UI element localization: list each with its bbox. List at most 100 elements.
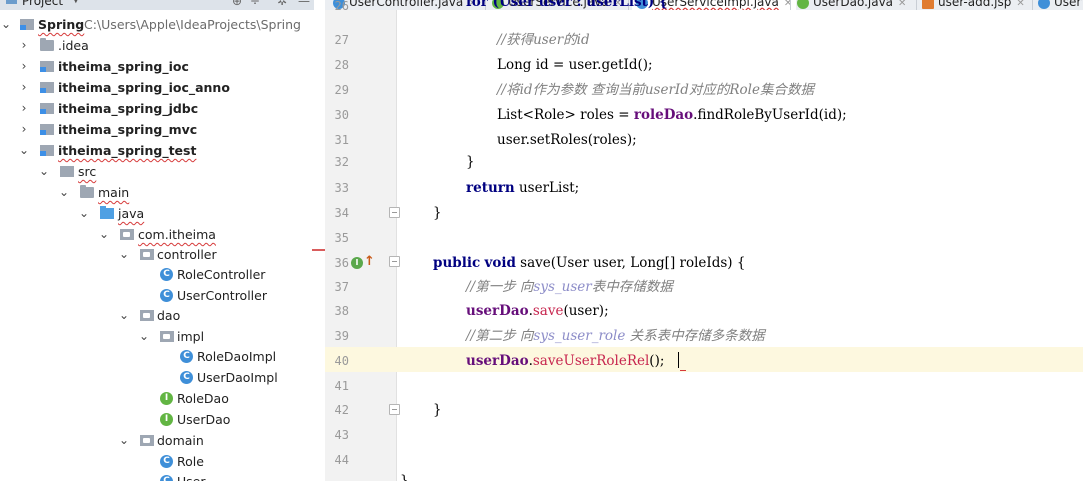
chevron-down-icon[interactable]: ⌄ <box>118 430 130 451</box>
tree-item-label: Role <box>177 454 204 469</box>
hide-icon[interactable]: — <box>298 0 310 8</box>
chevron-down-icon[interactable]: ⌄ <box>138 326 150 347</box>
tree-item-rolecontroller[interactable]: C RoleController <box>0 264 314 285</box>
line-number: 40 <box>334 354 349 368</box>
panel-divider[interactable] <box>314 0 325 481</box>
collapse-icon[interactable]: ÷ <box>250 0 260 8</box>
tree-item-com-itheima[interactable]: ⌄ com.itheima <box>0 224 314 245</box>
chevron-down-icon[interactable]: ⌄ <box>118 244 130 265</box>
chevron-down-icon[interactable]: ▼ <box>72 0 80 5</box>
project-panel-title[interactable]: Project <box>22 0 63 8</box>
tree-item-userdao[interactable]: I UserDao <box>0 409 314 430</box>
tree-item-spring[interactable]: ⌄ Spring C:\Users\Apple\IdeaProjects\Spr… <box>0 14 314 35</box>
chevron-down-icon[interactable]: ⌄ <box>38 161 50 182</box>
implements-icon[interactable]: I <box>351 257 363 269</box>
tree-item-dao[interactable]: ⌄ dao <box>0 305 314 326</box>
line-number: 38 <box>334 304 349 318</box>
code-method: save <box>532 303 564 319</box>
chevron-down-icon[interactable]: ⌄ <box>118 305 130 326</box>
tab-user-add-jsp[interactable]: user-add.jsp ✕ <box>922 0 1025 10</box>
code-line: } <box>400 473 409 481</box>
error-stripe <box>312 249 325 251</box>
tree-item-roledao[interactable]: I RoleDao <box>0 388 314 409</box>
chevron-down-icon[interactable]: ⌄ <box>98 224 110 245</box>
arrow-up-icon[interactable]: ↑ <box>364 254 375 269</box>
chevron-down-icon[interactable]: ⌄ <box>58 182 70 203</box>
chevron-right-icon[interactable]: › <box>18 56 30 77</box>
tree-item-itheima-spring-ioc-anno[interactable]: › itheima_spring_ioc_anno <box>0 77 314 98</box>
code-keyword: void <box>484 255 516 271</box>
close-icon[interactable]: ✕ <box>898 0 906 9</box>
code-token: //第二步 向 <box>466 328 534 344</box>
tree-item-controller[interactable]: ⌄ controller <box>0 244 314 265</box>
code-comment: //第二步 向sys_user_role 关系表中存储多条数据 <box>466 324 765 349</box>
tree-item-domain[interactable]: ⌄ domain <box>0 430 314 451</box>
tree-item-usercontroller[interactable]: C UserController <box>0 285 314 306</box>
chevron-down-icon[interactable]: ⌄ <box>18 140 30 161</box>
tree-item-itheima-spring-ioc[interactable]: › itheima_spring_ioc <box>0 56 314 77</box>
tree-item-idea[interactable]: › .idea <box>0 35 314 56</box>
line-number: 34 <box>334 206 349 220</box>
chevron-down-icon[interactable]: ⌄ <box>78 203 90 224</box>
chevron-right-icon[interactable]: › <box>18 98 30 119</box>
tree-item-role[interactable]: C Role <box>0 451 314 472</box>
code-field: userDao <box>466 353 529 369</box>
tree-item-itheima-spring-mvc[interactable]: › itheima_spring_mvc <box>0 119 314 140</box>
line-number: 28 <box>334 58 349 72</box>
module-icon <box>40 61 54 72</box>
gear-icon[interactable]: ✲ <box>277 0 287 8</box>
project-panel: Project ▼ ⊕ ÷ ✲ — ⌄ Spring C:\Users\Appl… <box>0 0 314 481</box>
fold-icon[interactable] <box>389 404 400 415</box>
chevron-down-icon[interactable]: ⌄ <box>0 14 12 35</box>
tree-item-user[interactable]: C User <box>0 471 314 481</box>
module-icon <box>20 19 34 30</box>
tree-item-src[interactable]: ⌄ src <box>0 161 314 182</box>
chevron-right-icon[interactable]: › <box>18 119 30 140</box>
tree-item-label: com.itheima <box>138 227 216 242</box>
tree-item-userdaoimpl[interactable]: C UserDaoImpl <box>0 367 314 388</box>
class-icon: C <box>160 455 173 468</box>
code-token: 表中存储数据 <box>591 279 673 295</box>
fold-icon[interactable] <box>389 256 400 267</box>
line-number: 37 <box>334 280 349 294</box>
tree-item-label: RoleDaoImpl <box>197 349 277 364</box>
package-icon <box>140 249 154 260</box>
tree-item-label: .idea <box>58 38 89 53</box>
line-number: 43 <box>334 428 349 442</box>
code-line: user.setRoles(roles); <box>497 132 637 148</box>
code-keyword: return <box>466 180 515 196</box>
module-icon <box>40 103 54 114</box>
tree-item-label: User <box>177 471 206 481</box>
interface-icon <box>797 0 809 9</box>
error-underline <box>680 367 686 371</box>
tab-user[interactable]: User <box>1038 0 1081 10</box>
tree-item-impl[interactable]: ⌄ impl <box>0 326 314 347</box>
module-icon <box>40 82 54 93</box>
code-method-unresolved: saveUserRoleRel <box>532 353 650 369</box>
sync-icon[interactable]: ⊕ <box>232 0 242 8</box>
tab-separator <box>916 0 917 10</box>
code-token: .findRoleByUserId(id); <box>693 107 847 123</box>
line-number: 26 <box>334 1 349 11</box>
code-comment: //将id作为参数 查询当前userId对应的Role集合数据 <box>497 82 814 98</box>
chevron-right-icon[interactable]: › <box>18 77 30 98</box>
interface-icon: I <box>160 392 173 405</box>
tree-item-roledaoimpl[interactable]: C RoleDaoImpl <box>0 346 314 367</box>
tree-item-label: itheima_spring_jdbc <box>58 101 199 116</box>
class-icon: C <box>160 289 173 302</box>
tree-item-itheima-spring-jdbc[interactable]: › itheima_spring_jdbc <box>0 98 314 119</box>
close-icon[interactable]: ✕ <box>1016 0 1024 9</box>
tree-item-label: java <box>118 206 145 221</box>
tab-label: User <box>1054 0 1082 9</box>
tab-label: UserServiceImpl.java <box>652 0 779 9</box>
tree-item-label: dao <box>157 308 181 323</box>
tree-item-java[interactable]: ⌄ java <box>0 203 314 224</box>
tree-item-main[interactable]: ⌄ main <box>0 182 314 203</box>
tree-item-label: src <box>78 164 97 179</box>
code-token: List<Role> roles = <box>497 107 634 123</box>
tab-userdao[interactable]: UserDao.java ✕ <box>797 0 906 10</box>
tab-usercontroller[interactable]: UserController.java ✕ <box>333 0 477 10</box>
tree-item-itheima-spring-test[interactable]: ⌄ itheima_spring_test <box>0 140 314 161</box>
chevron-right-icon[interactable]: › <box>18 35 30 56</box>
fold-icon[interactable] <box>389 207 400 218</box>
